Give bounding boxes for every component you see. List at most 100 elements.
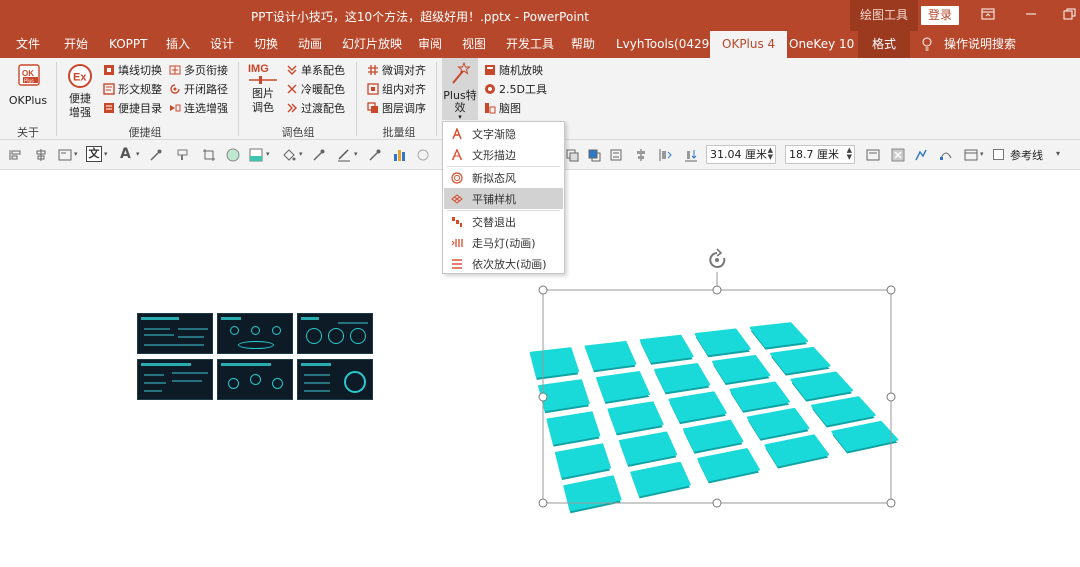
menu-item-text-outline[interactable]: 文形描边 [444,144,563,165]
open-close-path-button[interactable]: 开闭路径 [168,80,228,98]
multi-page-join-button[interactable]: 多页衔接 [168,61,228,79]
random-play-button[interactable]: 随机放映 [483,61,543,79]
slide-thumbnails-group[interactable] [137,313,374,403]
tab-developer[interactable]: 开发工具 [506,31,554,58]
shape-width-field[interactable]: 31.04 厘米 ▲ ▼ [706,145,776,164]
shortcut-directory-button[interactable]: 便捷目录 [102,99,162,117]
tell-me-search[interactable]: 操作说明搜索 [944,31,1016,58]
selection-pane-icon[interactable] [609,148,623,162]
tab-insert[interactable]: 插入 [166,31,190,58]
toolbar-options-icon[interactable]: ▾ [1056,149,1060,158]
login-button[interactable]: 登录 [921,6,959,25]
menu-item-neumorphism[interactable]: 新拟态风 [444,167,563,188]
restore-icon[interactable] [1063,8,1077,20]
slide-thumbnail[interactable] [297,313,373,354]
okplus-button[interactable]: OK Plus OKPlus [6,63,50,108]
lightbulb-icon [922,37,932,51]
tile-mockup-group[interactable] [510,245,930,530]
shape-outline-icon[interactable] [337,148,351,162]
slide-thumbnail[interactable] [137,313,213,354]
enhance-button[interactable]: Ex 便捷增强 [62,63,98,120]
send-backward-icon[interactable] [587,148,601,162]
slide-thumbnail[interactable] [217,359,293,400]
group-align-button[interactable]: 组内对齐 [366,80,426,98]
align-left-icon[interactable] [9,148,23,162]
multi-page-icon [169,65,180,75]
rotate-handle-icon[interactable] [709,248,726,268]
bar-chart-icon[interactable] [393,148,407,162]
menu-item-tile-mockup[interactable]: 平铺样机 [444,188,563,209]
dropdown-arrow-icon[interactable]: ▾ [980,150,984,158]
tab-lvyhtools[interactable]: LvyhTools(0429) [616,31,714,58]
eyedropper-icon[interactable] [312,148,326,162]
text-box-icon[interactable] [58,148,72,162]
tab-view[interactable]: 视图 [462,31,486,58]
minimize-icon[interactable] [1024,8,1038,20]
crop-icon[interactable] [202,148,216,162]
menu-item-zoom-sequence[interactable]: 依次放大(动画) [444,253,563,274]
tab-okplus[interactable]: OKPlus 4 [710,31,788,58]
single-color-button[interactable]: 单系配色 [285,61,345,79]
chain-select-button[interactable]: 连选增强 [168,99,228,117]
tab-home[interactable]: 开始 [64,31,88,58]
layer-order-button[interactable]: 图层调序 [366,99,426,117]
menu-item-text-fade[interactable]: 文字渐隐 [444,123,563,144]
tab-help[interactable]: 帮助 [571,31,595,58]
slide-thumbnail[interactable] [297,359,373,400]
plus-effects-menu: 文字渐隐 文形描边 新拟态风 平铺样机 交替退出 走马灯(动画) 依次放大(动画… [442,121,565,274]
align-objects-icon[interactable] [634,148,648,162]
vertical-text-icon[interactable]: 文 [86,146,102,162]
edit-points-icon[interactable] [939,148,953,162]
dropdown-arrow-icon[interactable]: ▾ [136,150,140,158]
transition-color-button[interactable]: 过渡配色 [285,99,345,117]
dropdown-arrow-icon[interactable]: ▾ [299,150,303,158]
tab-design[interactable]: 设计 [210,31,234,58]
spinner-arrows-icon[interactable]: ▲ ▼ [768,147,773,161]
dropdown-arrow-icon[interactable]: ▾ [354,150,358,158]
size-dialog-icon[interactable] [866,148,880,162]
fine-align-button[interactable]: 微调对齐 [366,61,426,79]
fill-line-switch-button[interactable]: 填线切换 [102,61,162,79]
paint-bucket-icon[interactable] [282,148,296,162]
tab-koppt[interactable]: KOPPT [109,31,147,58]
plus-effects-button[interactable]: Plus特效 ▾ [442,58,478,121]
tab-onekey[interactable]: OneKey 10 [789,31,854,58]
menu-item-marquee[interactable]: 走马灯(动画) [444,232,563,253]
tab-file[interactable]: 文件 [16,31,40,58]
eyedropper-icon[interactable] [149,148,163,162]
bring-forward-icon[interactable] [565,148,579,162]
shape-fill-icon[interactable] [249,148,263,162]
rotate-objects-icon[interactable] [684,148,698,162]
tool-25d-button[interactable]: 2.5D工具 [483,80,547,98]
shape-text-spec-button[interactable]: 形文规整 [102,80,162,98]
menu-item-alternate-exit[interactable]: 交替退出 [444,211,563,232]
eyedropper-icon[interactable] [368,148,382,162]
close-box-icon[interactable] [891,148,905,162]
warm-cold-color-button[interactable]: 冷暖配色 [285,80,345,98]
ref-line-checkbox[interactable] [993,149,1004,160]
shape-effects-icon[interactable] [416,148,430,162]
image-color-button[interactable]: IMG 图片调色 [245,61,281,115]
ribbon-display-options-icon[interactable] [981,8,995,20]
format-painter-icon[interactable] [176,148,190,162]
window-layout-icon[interactable] [964,148,978,162]
brain-map-button[interactable]: 脑图 [483,99,521,117]
group-objects-icon[interactable] [659,148,673,162]
tab-review[interactable]: 审阅 [418,31,442,58]
spinner-arrows-icon[interactable]: ▲ ▼ [847,147,852,161]
tab-slideshow[interactable]: 幻灯片放映 [342,31,402,58]
dropdown-arrow-icon[interactable]: ▾ [266,150,270,158]
shape-height-field[interactable]: 18.7 厘米 ▲ ▼ [785,145,855,164]
change-shape-icon[interactable] [914,148,928,162]
tab-animations[interactable]: 动画 [298,31,322,58]
slide-thumbnail[interactable] [217,313,293,354]
align-center-icon[interactable] [34,148,48,162]
shape-circle-icon[interactable] [226,148,240,162]
zoom-sequence-icon [452,258,462,269]
dropdown-arrow-icon[interactable]: ▾ [74,150,78,158]
font-color-icon[interactable]: A [120,146,131,162]
dropdown-arrow-icon[interactable]: ▾ [104,150,108,158]
tab-format[interactable]: 格式 [858,31,911,58]
tab-transitions[interactable]: 切换 [254,31,278,58]
slide-thumbnail[interactable] [137,359,213,400]
